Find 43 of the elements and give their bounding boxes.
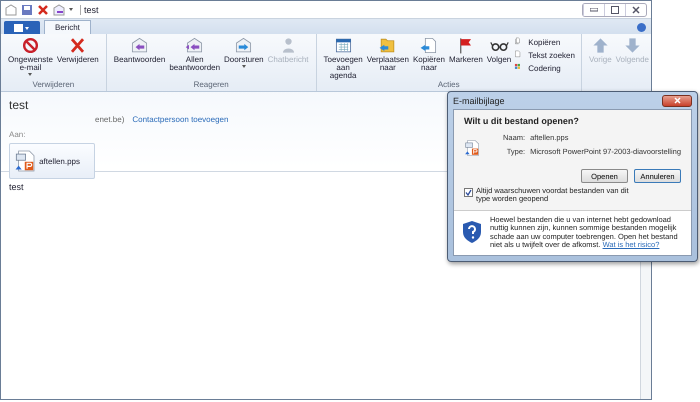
caret-icon (28, 73, 32, 78)
message-body: test (9, 182, 24, 192)
attachment-item[interactable]: aftellen.pps (9, 143, 95, 179)
shield-question-icon (462, 220, 482, 244)
checkbox[interactable] (464, 188, 473, 197)
recipient-label: Aan: (9, 130, 26, 139)
message-subject: test (9, 98, 28, 112)
dialog-question: Wilt u dit bestand openen? (464, 116, 580, 126)
ribbon-button[interactable]: Codering (514, 62, 575, 74)
ribbon-button[interactable]: Ongewenste e-mail (7, 36, 54, 78)
up-arrow-icon (590, 36, 610, 55)
document-arrow-icon (419, 36, 438, 55)
calendar-icon (334, 36, 353, 55)
save-icon[interactable] (21, 4, 33, 16)
caret-icon[interactable] (69, 8, 73, 12)
menu-icon (14, 24, 30, 32)
blocked-sign-icon (20, 36, 40, 55)
ribbon-button[interactable]: Tekst zoeken (514, 49, 575, 61)
cross-icon[interactable] (37, 4, 49, 16)
ribbon-button[interactable]: Beantwoorden (112, 36, 166, 64)
ribbon-button[interactable]: Volgen (486, 36, 512, 64)
group-label: Reageren (194, 80, 229, 90)
add-contact-link[interactable]: Contactpersoon toevoegen (132, 115, 228, 124)
close-icon (674, 97, 680, 104)
menu-button[interactable] (4, 21, 40, 34)
ribbon-button[interactable]: Toevoegen aan agenda (322, 36, 364, 80)
ribbon-tab[interactable]: Bericht (44, 20, 91, 34)
group-label: Acties (438, 80, 460, 90)
ribbon-button[interactable]: Verwijderen (56, 36, 100, 64)
ribbon-button[interactable]: Markeren (448, 36, 484, 64)
envelope-double-arrow-icon (185, 36, 204, 55)
ribbon-button[interactable]: Kopiëren naar (412, 36, 446, 72)
close-button[interactable] (662, 94, 692, 106)
group-label: Verwijderen (32, 80, 74, 90)
window-title: test (80, 4, 99, 14)
ribbon-button[interactable]: Verplaatsen naar (366, 36, 410, 72)
dialog-title: E-mailbijlage (453, 96, 505, 106)
ribbon-button[interactable]: Doorsturen (223, 36, 265, 70)
down-arrow-icon (622, 36, 642, 55)
caret-icon (242, 65, 246, 70)
sender-address: enet.be) (95, 115, 124, 124)
ribbon-button[interactable]: Kopiëren (514, 36, 575, 48)
ribbon-button[interactable]: Allen beantwoorden (168, 36, 222, 72)
